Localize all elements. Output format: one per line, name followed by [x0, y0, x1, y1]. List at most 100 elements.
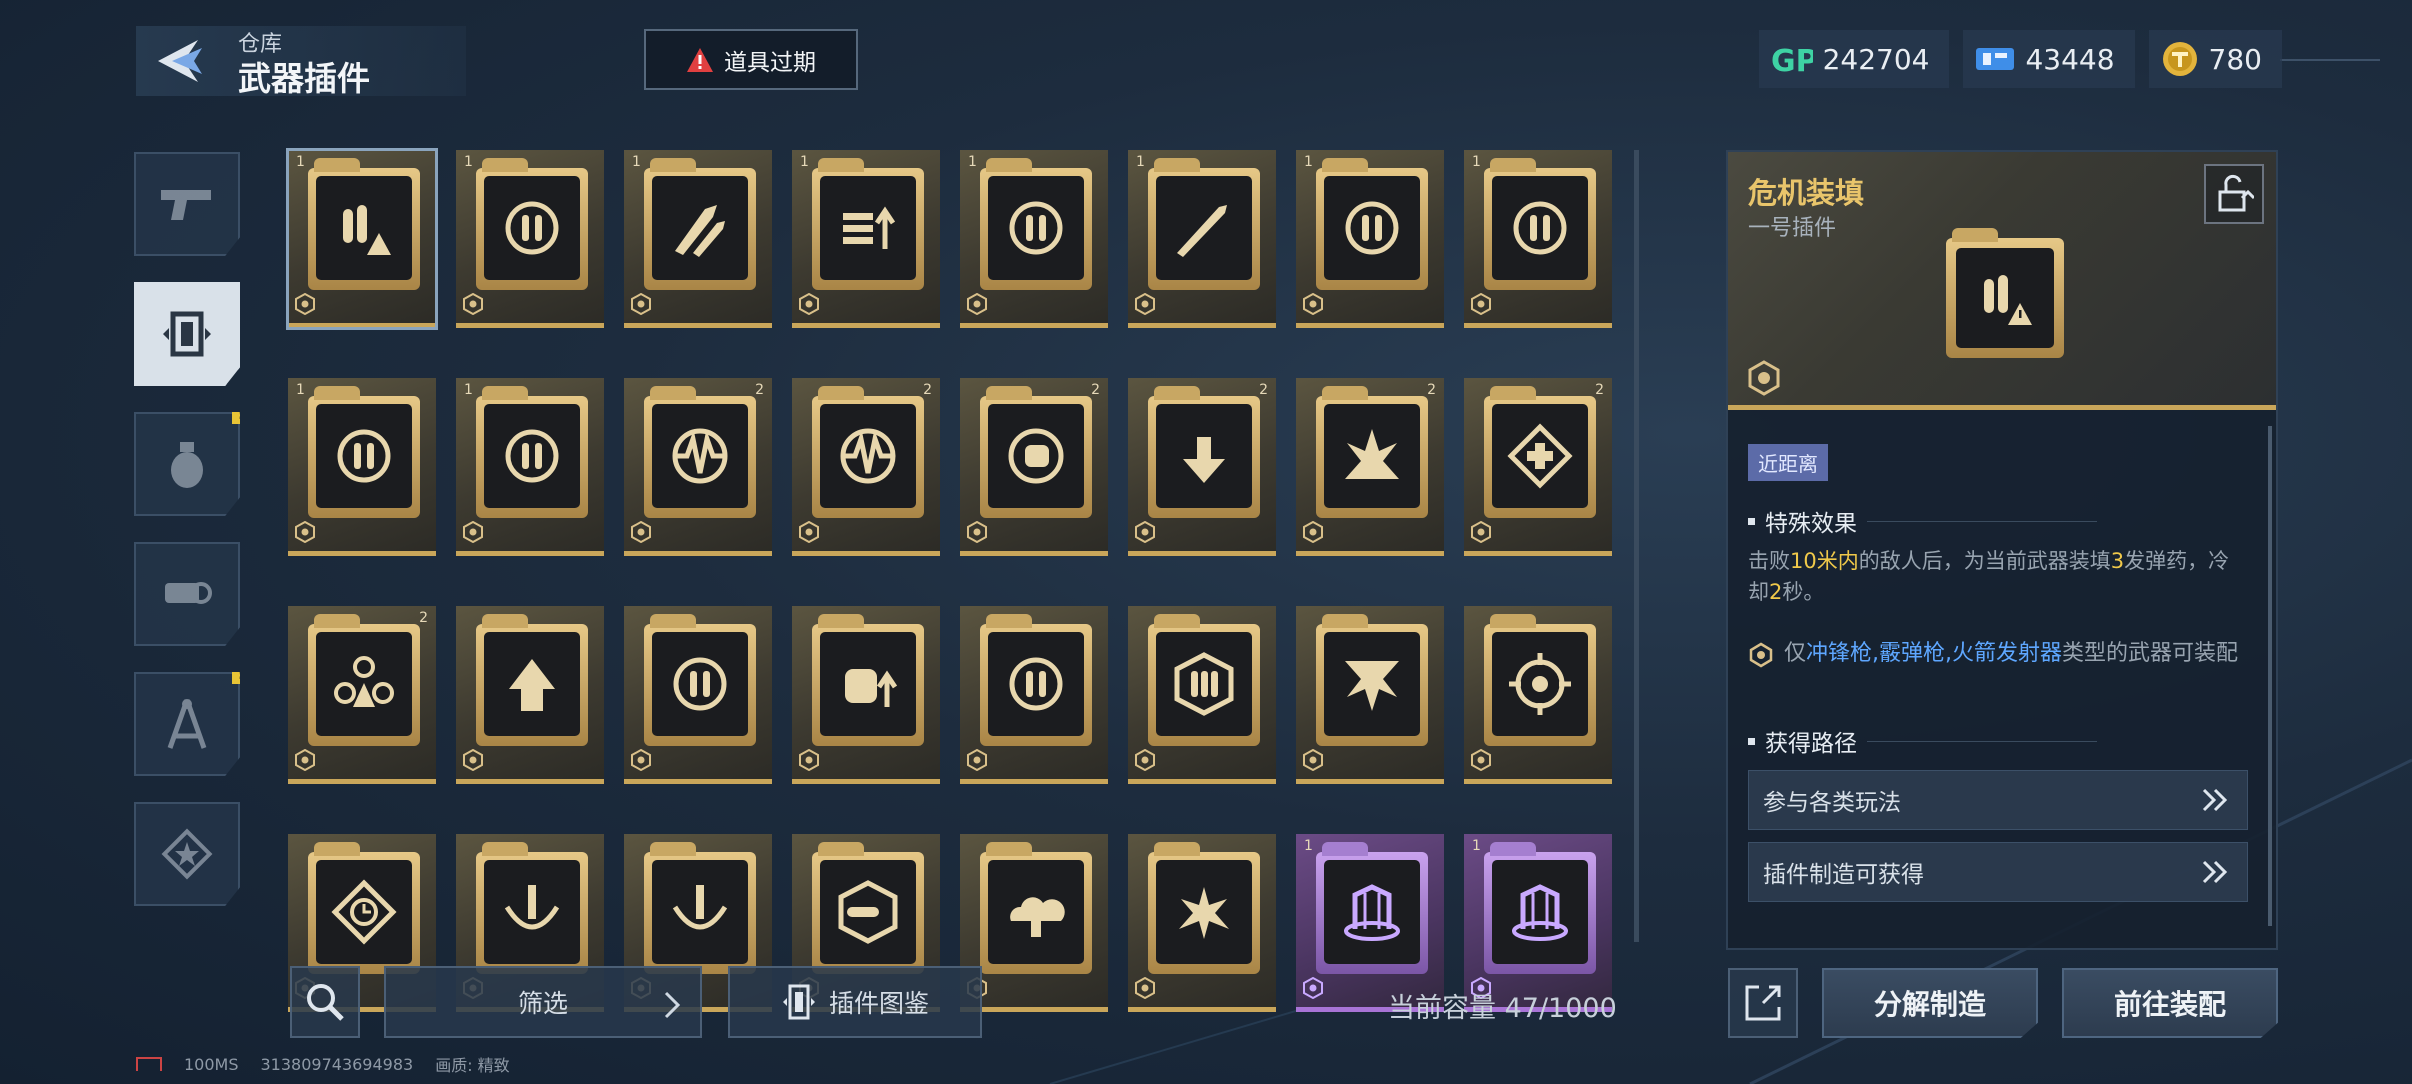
wave-ammo-icon — [337, 429, 391, 483]
wave-ammo-icon — [1513, 201, 1567, 255]
effect-highlight: 3 — [2110, 549, 2125, 573]
source-item-gameplay[interactable]: 参与各类玩法 — [1748, 770, 2248, 830]
lock-button[interactable] — [2204, 164, 2264, 224]
tab-weapons[interactable] — [134, 152, 240, 256]
plugin-plate — [820, 632, 916, 736]
plugin-plate — [1324, 176, 1420, 280]
filter-button[interactable]: 筛选 — [384, 966, 702, 1038]
tab-badges[interactable] — [134, 802, 240, 906]
plugin-slot[interactable]: 2 — [288, 606, 436, 784]
burst-icon — [1345, 429, 1399, 479]
plugin-icon — [163, 311, 211, 357]
plugin-slot[interactable]: 1 — [792, 150, 940, 328]
plugin-slot[interactable] — [1296, 606, 1444, 784]
slot-number: 1 — [1304, 154, 1313, 170]
currency-ticket[interactable]: 43448 — [1963, 30, 2135, 88]
plugin-gear-icon — [631, 749, 651, 771]
plugin-slot[interactable]: 2 — [624, 378, 772, 556]
plugin-plate — [820, 404, 916, 508]
slot-number: 1 — [296, 154, 305, 170]
plugin-slot[interactable]: 2 — [792, 378, 940, 556]
star-badge-icon — [161, 828, 213, 880]
plugin-slot[interactable]: 2 — [960, 378, 1108, 556]
plugin-gear-icon — [631, 293, 651, 315]
plugin-slot[interactable]: 2 — [1296, 378, 1444, 556]
plugin-detail-panel: 危机装填 一号插件 近距离 特殊效果 击败10米内的敌人后，为当前武器装填3发弹… — [1726, 150, 2278, 950]
plugin-gear-icon — [1303, 977, 1323, 999]
plugin-gear-icon — [799, 749, 819, 771]
plugin-slot[interactable]: 2 — [1464, 378, 1612, 556]
plugin-plate — [820, 176, 916, 280]
plugin-name: 危机装填 — [1748, 176, 1865, 210]
plugin-plate — [484, 404, 580, 508]
plugin-catalog-label: 插件图鉴 — [828, 989, 929, 1018]
plugin-slot[interactable] — [960, 606, 1108, 784]
plugin-slot[interactable] — [792, 606, 940, 784]
plugin-slot[interactable] — [1128, 606, 1276, 784]
plugin-slot[interactable]: 1 — [286, 148, 438, 330]
unlock-icon — [2218, 174, 2254, 212]
dismantle-label: 分解制造 — [1873, 988, 1986, 1021]
plugin-slot[interactable]: 1 — [456, 378, 604, 556]
crosshair-up-icon — [673, 657, 727, 711]
fist-up-icon — [845, 669, 898, 707]
source-title: 获得路径 — [1765, 731, 1857, 757]
plugin-plate — [1324, 632, 1420, 736]
wave-ammo-icon — [505, 429, 559, 483]
slot-number: 1 — [1304, 838, 1313, 854]
status-id: 313809743694983 — [260, 1054, 414, 1074]
plugin-slot[interactable]: 1 — [1296, 150, 1444, 328]
back-button[interactable] — [154, 34, 206, 88]
slot-tag: 2 — [1595, 382, 1604, 398]
source-item-crafting[interactable]: 插件制造可获得 — [1748, 842, 2248, 902]
plugin-catalog-button[interactable]: 插件图鉴 — [728, 966, 982, 1038]
dismantle-button[interactable]: 分解制造 — [1822, 968, 2038, 1038]
equip-button[interactable]: 前往装配 — [2062, 968, 2278, 1038]
status-quality: 画质: 精致 — [435, 1056, 510, 1075]
plugin-gear-icon — [1748, 360, 1780, 396]
plugin-slot[interactable] — [624, 606, 772, 784]
status-bar: 100MS 313809743694983 画质: 精致 — [136, 1052, 510, 1076]
triad-icon — [334, 656, 394, 707]
plugin-slot[interactable] — [1128, 834, 1276, 1012]
plugin-plate — [820, 860, 916, 964]
tab-tactical[interactable] — [134, 542, 240, 646]
plugin-slot[interactable]: 1 — [1464, 150, 1612, 328]
plugin-slot[interactable]: 1 — [624, 150, 772, 328]
detail-scrollbar[interactable] — [2268, 426, 2272, 926]
plugin-plate — [316, 860, 412, 964]
plugin-gear-icon — [295, 749, 315, 771]
plugin-slot[interactable]: 1 — [960, 150, 1108, 328]
slot-number: 1 — [800, 154, 809, 170]
plugin-slot[interactable] — [1464, 606, 1612, 784]
plugin-slot[interactable] — [456, 606, 604, 784]
slot-tag: 2 — [923, 382, 932, 398]
rockets-icon — [675, 205, 725, 257]
svg-text:GP: GP — [1771, 44, 1813, 77]
plugin-slot[interactable]: 1 — [1128, 150, 1276, 328]
effect-text: 击败 — [1748, 549, 1790, 573]
tab-throwables[interactable]: ! — [134, 412, 240, 516]
plugin-plate — [1156, 860, 1252, 964]
plugin-slot[interactable]: 1 — [456, 150, 604, 328]
share-button[interactable] — [1728, 968, 1798, 1038]
plugin-slot[interactable]: 2 — [1128, 378, 1276, 556]
chevron-right-icon — [664, 991, 681, 1019]
search-button[interactable] — [290, 966, 360, 1038]
arrows-up-icon — [509, 659, 555, 711]
pulse-icon — [840, 428, 896, 484]
plugin-plate — [652, 176, 748, 280]
tab-plugins[interactable] — [134, 282, 240, 386]
item-expired-button[interactable]: 道具过期 — [644, 29, 858, 90]
effect-highlight: 2 — [1769, 580, 1783, 604]
plugin-gear-icon — [463, 521, 483, 543]
tab-tools[interactable]: ! — [134, 672, 240, 776]
plugin-plate — [1492, 632, 1588, 736]
plugin-gear-icon — [1135, 749, 1155, 771]
grid-scrollbar[interactable] — [1634, 150, 1639, 942]
currency-gp[interactable]: GP 242704 — [1758, 30, 1950, 88]
plugin-slot[interactable] — [960, 834, 1108, 1012]
plugin-slot[interactable]: 1 — [288, 378, 436, 556]
currency-gold[interactable]: 780 — [2148, 30, 2282, 88]
slot-tag: 2 — [1259, 382, 1268, 398]
